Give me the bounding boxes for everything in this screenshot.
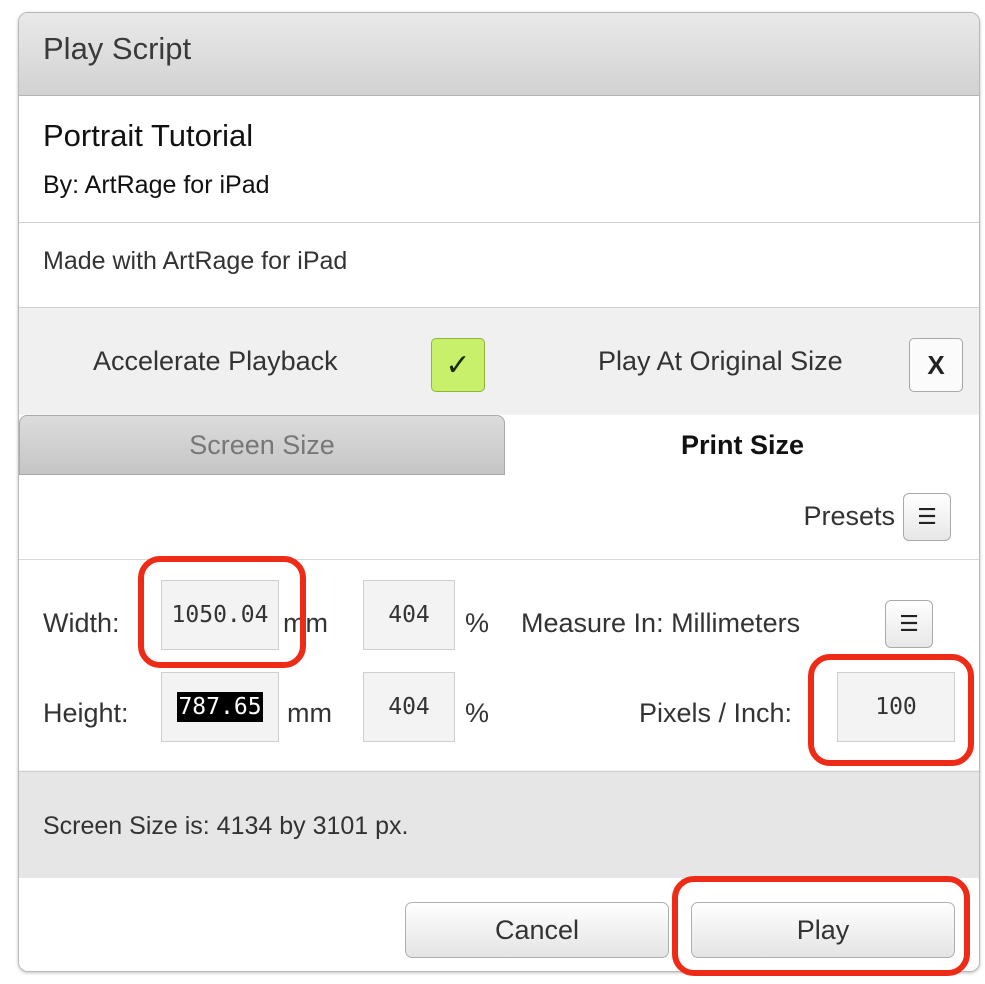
height-percent-value: 404	[388, 694, 430, 720]
script-description: Made with ArtRage for iPad	[19, 223, 979, 308]
playback-options: Accelerate Playback ✓ Play At Original S…	[19, 308, 979, 414]
height-label: Height:	[43, 698, 129, 728]
width-percent-input[interactable]: 404	[363, 580, 455, 650]
height-percent-sign: %	[465, 698, 490, 728]
accelerate-playback-label: Accelerate Playback	[93, 346, 338, 376]
pixels-per-inch-label: Pixels / Inch:	[639, 698, 793, 728]
play-button[interactable]: Play	[691, 902, 955, 958]
script-info: Portrait Tutorial By: ArtRage for iPad	[19, 96, 979, 223]
dialog-title: Play Script	[43, 31, 192, 66]
pixels-per-inch-value: 100	[875, 694, 917, 720]
tab-screen-size[interactable]: Screen Size	[19, 415, 505, 475]
description-text: Made with ArtRage for iPad	[43, 247, 348, 275]
accelerate-playback-checkbox[interactable]: ✓	[431, 338, 485, 392]
width-percent-value: 404	[388, 602, 430, 628]
list-menu-icon: ☰	[899, 611, 919, 636]
dialog-titlebar: Play Script	[19, 13, 979, 96]
script-author: By: ArtRage for iPad	[43, 171, 270, 199]
cancel-button[interactable]: Cancel	[405, 902, 669, 958]
tab-print-size[interactable]: Print Size	[506, 415, 979, 475]
script-name: Portrait Tutorial	[43, 118, 254, 153]
height-value: 787.65	[177, 692, 263, 722]
measure-in-menu-button[interactable]: ☰	[885, 600, 933, 648]
width-value: 1050.04	[171, 602, 269, 628]
presets-label: Presets	[803, 501, 895, 531]
height-unit: mm	[287, 698, 332, 728]
width-input[interactable]: 1050.04	[161, 580, 279, 650]
height-percent-input[interactable]: 404	[363, 672, 455, 742]
x-mark-icon: X	[927, 349, 945, 380]
presets-row: Presets ☰	[19, 477, 979, 560]
height-input[interactable]: 787.65	[161, 672, 279, 742]
status-bar: Screen Size is: 4134 by 3101 px.	[19, 771, 979, 879]
play-script-dialog: Play Script Portrait Tutorial By: ArtRag…	[18, 12, 980, 972]
print-size-panel: Width: 1050.04 mm 404 % Measure In: Mill…	[19, 560, 979, 770]
size-tabs: Screen Size Print Size	[19, 415, 979, 477]
presets-menu-button[interactable]: ☰	[903, 493, 951, 541]
original-size-label: Play At Original Size	[598, 346, 843, 376]
original-size-checkbox[interactable]: X	[909, 338, 963, 392]
pixels-per-inch-input[interactable]: 100	[837, 672, 955, 742]
width-percent-sign: %	[465, 608, 490, 638]
screen-size-status: Screen Size is: 4134 by 3101 px.	[43, 812, 409, 840]
dialog-footer: Cancel Play	[19, 878, 979, 971]
width-label: Width:	[43, 608, 120, 638]
measure-in-label: Measure In: Millimeters	[521, 608, 801, 638]
checkmark-icon: ✓	[445, 348, 471, 382]
list-menu-icon: ☰	[917, 504, 937, 529]
width-unit: mm	[283, 608, 328, 638]
